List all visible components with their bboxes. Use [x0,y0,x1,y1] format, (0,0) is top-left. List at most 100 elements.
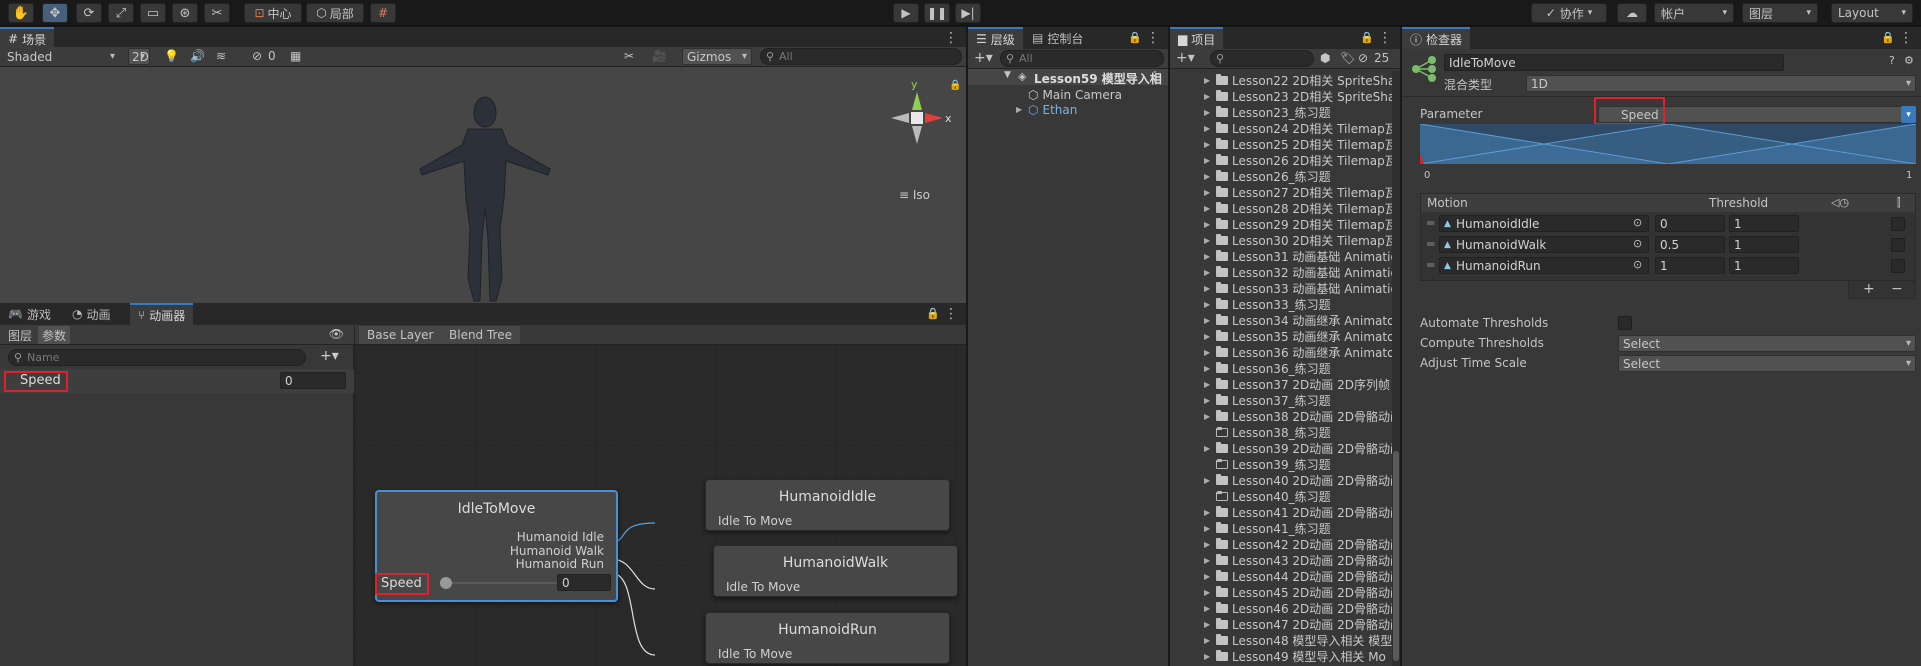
expand-icon[interactable]: ▶ [1204,108,1212,117]
mirror-checkbox[interactable] [1891,259,1905,273]
project-folder-item[interactable]: ▶ Lesson36_练习题 [1204,362,1331,376]
animator-menu-icon[interactable]: ⋮ [944,307,958,321]
project-folder-item[interactable]: ▶ Lesson44 2D动画 2D骨骼动画 [1204,570,1400,584]
project-folder-item[interactable]: Lesson39_练习题 [1204,458,1331,472]
move-tool-button[interactable]: ✥ [42,3,68,23]
threshold-field[interactable]: 0.5 [1655,236,1725,253]
scene-search-input[interactable]: All [760,48,962,65]
lock-icon[interactable]: 🔒 [926,307,940,320]
project-folder-item[interactable]: ▶ Lesson41_练习题 [1204,522,1331,536]
scale-tool-button[interactable]: ⤢ [108,3,134,23]
project-folder-item[interactable]: ▶ Lesson37 2D动画 2D序列帧 [1204,378,1390,392]
filter-label-icon[interactable]: 🏷 [1340,51,1355,65]
tab-layers[interactable]: 图层 [2,326,38,344]
project-folder-item[interactable]: ▶ Lesson22 2D相关 SpriteShape [1204,74,1400,88]
expand-icon[interactable]: ▶ [1204,364,1212,373]
pause-button[interactable]: ❚❚ [924,3,950,23]
motion-input-port[interactable]: Idle To Move [718,647,792,661]
settings-icon[interactable]: ⚙ [1904,54,1914,67]
expand-icon[interactable]: ▶ [1204,300,1212,309]
drag-handle-icon[interactable]: ═ [1427,216,1434,230]
blend-graph[interactable] [1420,124,1916,164]
project-folder-item[interactable]: ▶ Lesson31 动画基础 Animation [1204,250,1400,264]
rect-tool-button[interactable]: ▭ [140,3,166,23]
lock-icon[interactable]: 🔒 [1881,31,1895,44]
speed-field[interactable]: 1 [1729,257,1799,274]
inspector-menu-icon[interactable]: ⋮ [1899,31,1913,45]
transform-tool-button[interactable]: ⊛ [172,3,198,23]
expand-icon[interactable]: ▶ [1204,556,1212,565]
add-motion-icon[interactable]: + [1863,281,1875,297]
motion-clip-field[interactable]: ▲ HumanoidWalk [1439,236,1649,253]
parameter-name[interactable]: Speed [20,373,61,388]
expand-icon[interactable]: ▶ [1204,252,1212,261]
object-picker-icon[interactable]: ⊙ [1633,237,1642,250]
parameter-search-input[interactable]: Name [8,349,306,366]
hierarchy-menu-icon[interactable]: ⋮ [1146,31,1160,45]
mirror-checkbox[interactable] [1891,217,1905,231]
scrollbar-thumb[interactable] [1393,451,1399,661]
tab-project[interactable]: ▆ 项目 [1170,27,1224,49]
project-scrollbar[interactable] [1392,71,1400,666]
project-folder-item[interactable]: ▶ Lesson43 2D动画 2D骨骼动画 [1204,554,1400,568]
collab-dropdown[interactable]: ✓ 协作 ▾ [1531,3,1607,23]
expand-icon[interactable]: ▶ [1204,268,1212,277]
expand-icon[interactable]: ▶ [1204,572,1212,581]
breadcrumb-blend-tree[interactable]: Blend Tree [441,326,520,344]
project-folder-item[interactable]: ▶ Lesson35 动画继承 Animator [1204,330,1399,344]
add-parameter-icon[interactable]: +▾ [320,348,339,364]
add-icon[interactable]: +▾ [1176,50,1195,66]
tab-hierarchy[interactable]: ☰ 层级 [968,27,1023,49]
tab-inspector[interactable]: ⓘ 检查器 [1402,27,1471,49]
project-folder-item[interactable]: ▶ Lesson27 2D相关 Tilemap瓦片 [1204,186,1400,200]
expand-icon[interactable]: ▶ [1204,540,1212,549]
hidden-objects-icon[interactable]: ⊘ [252,49,262,63]
project-folder-item[interactable]: Lesson38_练习题 [1204,426,1331,440]
hand-tool-button[interactable]: ✋ [8,3,34,23]
expand-icon[interactable]: ▶ [1204,172,1212,181]
mirror-checkbox[interactable] [1891,238,1905,252]
object-name-field[interactable]: IdleToMove [1444,54,1784,71]
gizmos-dropdown[interactable]: Gizmos [682,48,752,65]
motion-node-run[interactable]: HumanoidRun Idle To Move [705,612,950,664]
expand-icon[interactable]: ▶ [1204,332,1212,341]
grid-toggle-icon[interactable]: ▦ [290,49,301,63]
project-folder-item[interactable]: ▶ Lesson25 2D相关 Tilemap瓦片 [1204,138,1400,152]
expand-icon[interactable]: ▶ [1204,236,1212,245]
project-folder-item[interactable]: ▶ Lesson41 2D动画 2D骨骼动画 [1204,506,1400,520]
blend-tree-node[interactable]: IdleToMove Humanoid Idle Humanoid Walk H… [375,490,618,602]
project-folder-item[interactable]: ▶ Lesson28 2D相关 Tilemap瓦片 [1204,202,1400,216]
expand-icon[interactable]: ▶ [1204,412,1212,421]
rotate-tool-button[interactable]: ⟳ [76,3,102,23]
expand-icon[interactable]: ▶ [1204,444,1212,453]
expand-icon[interactable]: ▶ [1204,220,1212,229]
project-folder-item[interactable]: ▶ Lesson48 模型导入相关 模型 [1204,634,1392,648]
project-folder-item[interactable]: ▶ Lesson46 2D动画 2D骨骼动画 [1204,602,1400,616]
custom-tool-button[interactable]: ✂ [204,3,230,23]
hierarchy-item[interactable]: ⬡ Main Camera [1028,88,1122,102]
camera-icon[interactable]: 🎥 [652,49,667,63]
project-folder-item[interactable]: ▶ Lesson23 2D相关 SpriteShape [1204,90,1400,104]
step-button[interactable]: ▶| [955,3,981,23]
remove-motion-icon[interactable]: − [1891,281,1903,297]
project-folder-item[interactable]: ▶ Lesson32 动画基础 Animation [1204,266,1400,280]
grid-snap-button[interactable]: # [370,3,396,23]
lighting-icon[interactable]: 💡 [164,49,179,63]
expand-icon[interactable]: ▶ [1204,380,1212,389]
blend-type-dropdown[interactable]: 1D [1526,75,1916,92]
project-folder-item[interactable]: ▶ Lesson39 2D动画 2D骨骼动画 [1204,442,1400,456]
expand-icon[interactable]: ▶ [1204,140,1212,149]
expand-icon[interactable]: ▶ [1204,508,1212,517]
iso-label[interactable]: ≡ Iso [899,188,930,202]
audio-icon[interactable]: 🔊 [190,49,205,63]
project-folder-item[interactable]: ▶ Lesson33_练习题 [1204,298,1331,312]
motion-clip-field[interactable]: ▲ HumanoidIdle [1439,215,1649,232]
expand-icon[interactable]: ▶ [1204,156,1212,165]
adjust-time-scale-dropdown[interactable]: Select [1618,355,1916,372]
lock-icon[interactable]: 🔒 [1360,31,1374,44]
expand-icon[interactable]: ▶ [1204,76,1212,85]
project-folder-item[interactable]: ▶ Lesson45 2D动画 2D骨骼动画 [1204,586,1400,600]
tab-game[interactable]: 🎮 游戏 [0,303,59,325]
motion-node-walk[interactable]: HumanoidWalk Idle To Move [713,545,958,597]
object-picker-icon[interactable]: ⊙ [1633,216,1642,229]
